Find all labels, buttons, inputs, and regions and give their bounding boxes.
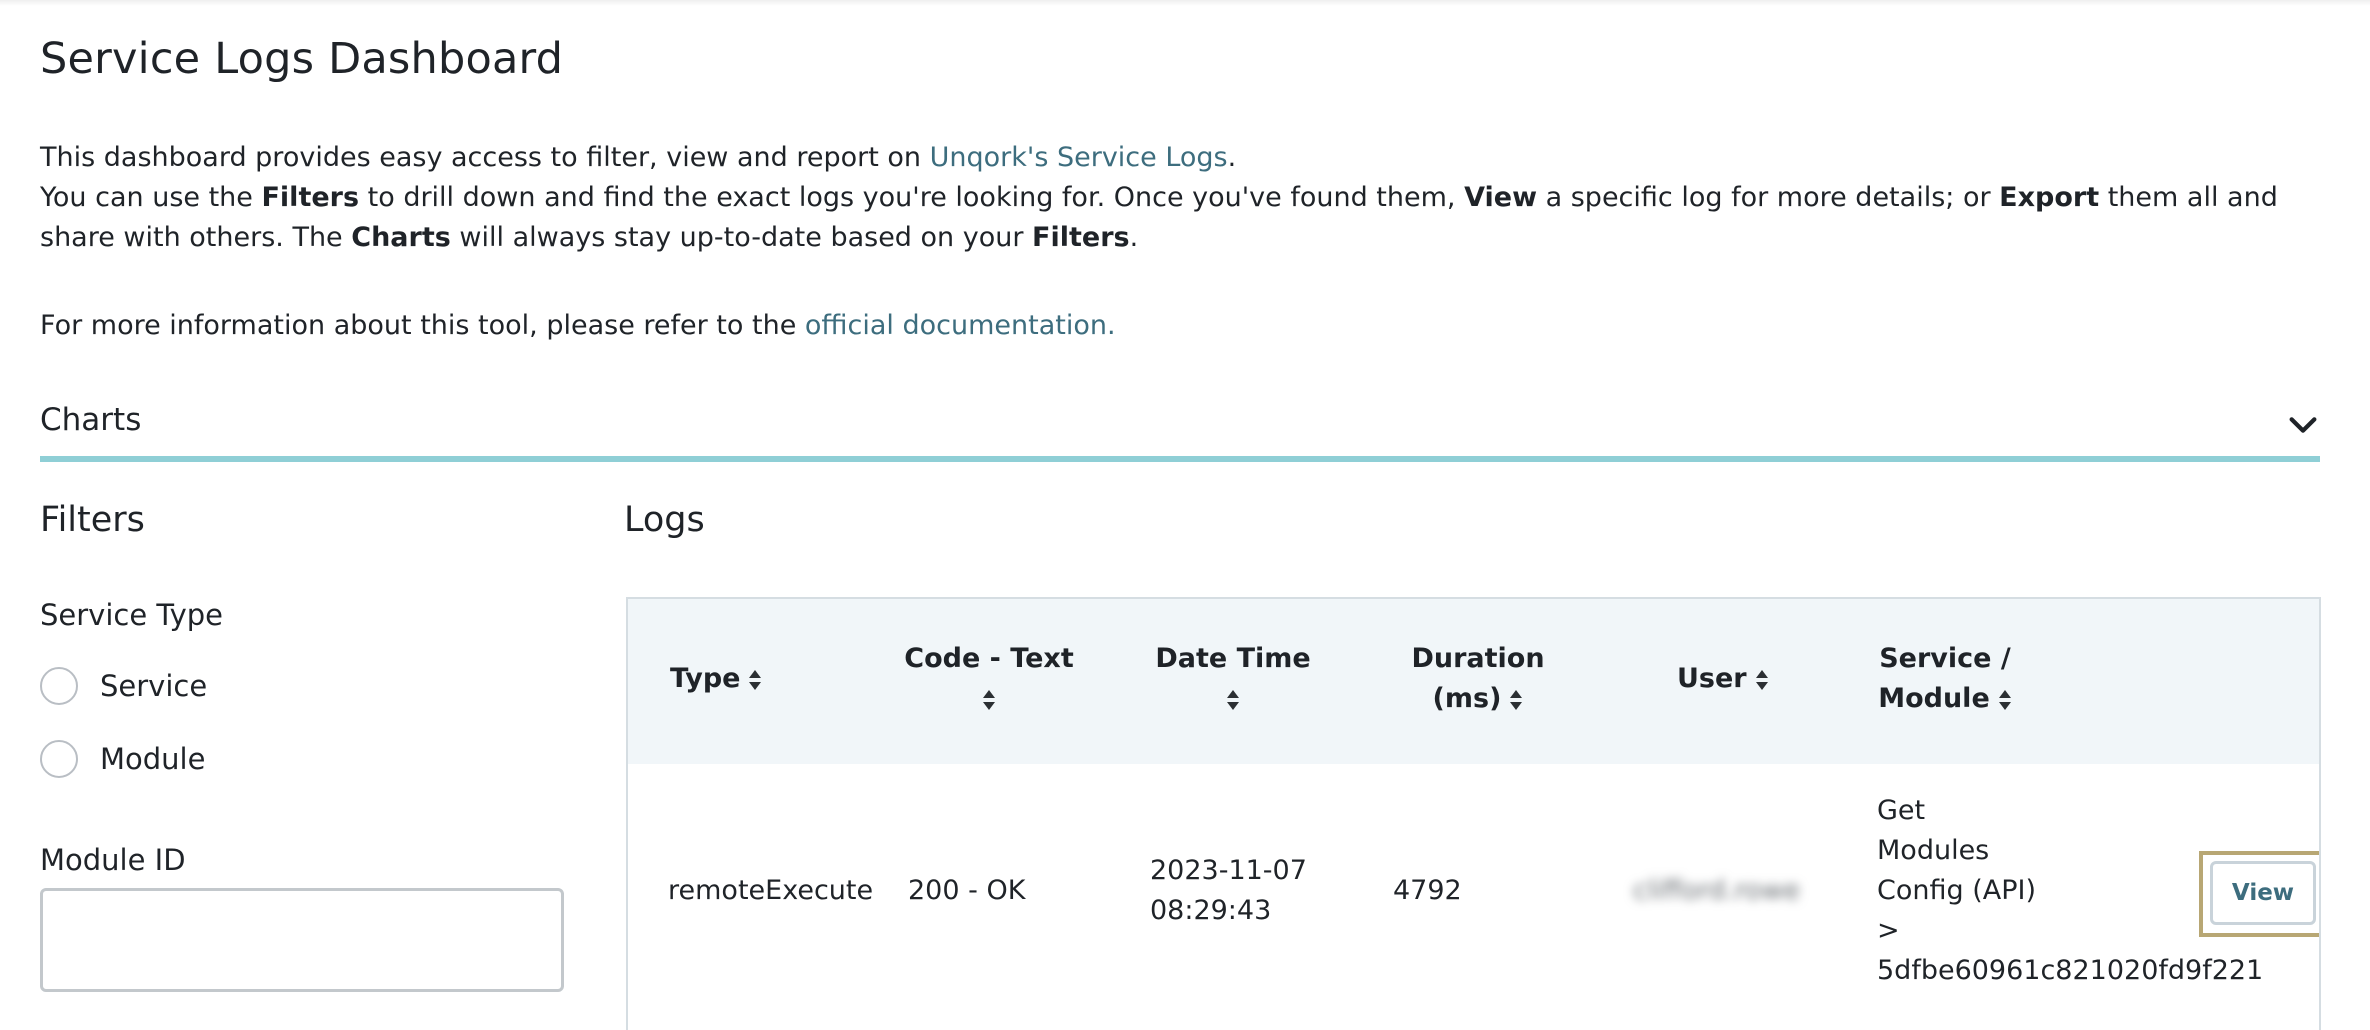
sort-wrap [1143, 679, 1323, 719]
service-line: 5dfbe60961c821020fd9f221 [1877, 955, 2264, 986]
column-header-type[interactable]: Type [670, 659, 762, 699]
service-logs-link[interactable]: Unqork's Service Logs [930, 142, 1228, 173]
cell-date: 2023-11-07 [1150, 855, 1307, 886]
column-label: Date Time [1155, 643, 1311, 674]
column-header-user[interactable]: User [1677, 659, 1769, 699]
intro-bold-view: View [1464, 182, 1538, 213]
sort-wrap [904, 679, 1074, 719]
intro-line-3: For more information about this tool, pl… [40, 306, 2320, 346]
cell-code-text: 200 - OK [908, 875, 1026, 906]
service-type-label: Service Type [40, 598, 224, 632]
intro-text: This dashboard provides easy access to f… [40, 138, 2320, 346]
intro-text-span: a specific log for more details; or [1537, 182, 2000, 213]
intro-text-span: . [1227, 142, 1237, 173]
sort-icon[interactable] [1226, 688, 1240, 712]
charts-section-header[interactable]: Charts [40, 398, 2320, 462]
cell-duration: 4792 [1393, 875, 1462, 906]
column-header-date-time[interactable]: Date Time [1143, 639, 1323, 719]
table-header: Type Code - Text Date Time Duration (ms)… [628, 599, 2319, 764]
intro-line-1: This dashboard provides easy access to f… [40, 138, 2320, 178]
cell-time: 08:29:43 [1150, 895, 1272, 926]
page-title: Service Logs Dashboard [40, 34, 564, 84]
cell-user: clifford.rowe [1633, 875, 1801, 906]
column-label: Code - Text [904, 643, 1074, 674]
intro-text-span: You can use the [40, 182, 262, 213]
intro-bold-export: Export [1999, 182, 2100, 213]
column-header-duration[interactable]: Duration (ms) [1388, 639, 1568, 719]
intro-line-2: You can use the Filters to drill down an… [40, 178, 2320, 258]
sort-icon[interactable] [748, 668, 762, 692]
documentation-link[interactable]: official documentation. [805, 310, 1116, 341]
view-button[interactable]: View [2210, 861, 2316, 925]
logs-table: Type Code - Text Date Time Duration (ms)… [626, 597, 2321, 1030]
column-label: User [1677, 663, 1747, 694]
radio-module-label: Module [100, 742, 206, 776]
column-header-service-module[interactable]: Service / Module [1865, 639, 2025, 719]
intro-text-span: . [1129, 222, 1139, 253]
column-label: Module [1878, 683, 1990, 714]
intro-bold-filters: Filters [1032, 222, 1130, 253]
service-line: Get [1877, 795, 1926, 826]
intro-text-span: This dashboard provides easy access to f… [40, 142, 930, 173]
intro-bold-filters: Filters [261, 182, 360, 213]
top-shadow [0, 0, 2370, 6]
intro-text-span: will always stay up-to-date based on you… [450, 222, 1033, 253]
radio-service[interactable] [40, 667, 78, 705]
module-id-label: Module ID [40, 843, 186, 877]
column-label: Duration [1411, 643, 1545, 674]
column-label: Type [670, 663, 741, 694]
radio-module[interactable] [40, 740, 78, 778]
column-label: (ms) [1432, 683, 1502, 714]
intro-text-span: to drill down and find the exact logs yo… [359, 182, 1465, 213]
module-id-input[interactable] [40, 888, 564, 992]
column-label: Service / [1879, 643, 2011, 674]
sort-wrap: (ms) [1388, 679, 1568, 719]
sort-icon[interactable] [1998, 688, 2012, 712]
radio-option-service[interactable]: Service [40, 664, 207, 708]
chevron-down-icon[interactable] [2286, 408, 2320, 442]
filters-title: Filters [40, 500, 145, 540]
radio-service-label: Service [100, 669, 208, 703]
sort-icon[interactable] [1509, 688, 1523, 712]
sort-wrap: Module [1865, 679, 2025, 719]
cell-type: remoteExecute [668, 875, 874, 906]
cell-date-time: 2023-11-07 08:29:43 [1150, 851, 1307, 931]
radio-option-module[interactable]: Module [40, 737, 205, 781]
intro-text-span: For more information about this tool, pl… [40, 310, 805, 341]
column-header-code-text[interactable]: Code - Text [904, 639, 1074, 719]
logs-title: Logs [624, 500, 705, 540]
charts-title: Charts [40, 402, 142, 438]
sort-icon[interactable] [982, 688, 996, 712]
intro-bold-charts: Charts [351, 222, 451, 253]
sort-icon[interactable] [1755, 668, 1769, 692]
